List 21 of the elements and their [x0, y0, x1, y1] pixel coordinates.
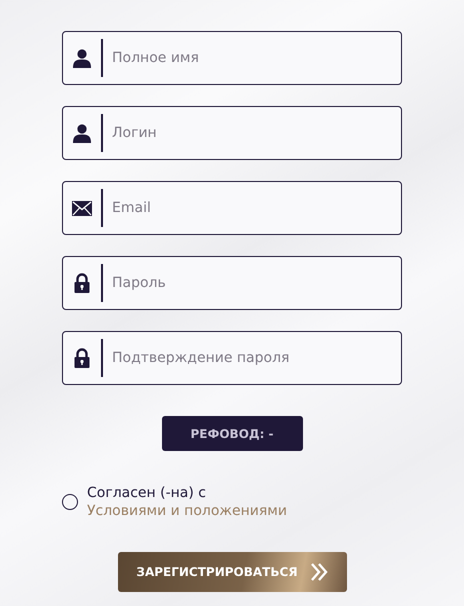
- input-field[interactable]: Пароль: [62, 256, 402, 310]
- text-input[interactable]: Логин: [103, 124, 401, 142]
- text-input[interactable]: Email: [103, 199, 401, 217]
- text-input[interactable]: Подтверждение пароля: [103, 349, 401, 367]
- register-button[interactable]: ЗАРЕГИСТРИРОВАТЬСЯ: [118, 552, 346, 592]
- consent-radio[interactable]: [62, 494, 78, 510]
- terms-link[interactable]: Условиями и положениями: [87, 503, 287, 519]
- text-input[interactable]: Пароль: [103, 274, 401, 292]
- user-icon: [72, 48, 92, 68]
- lock-icon: [74, 273, 90, 293]
- text-input[interactable]: Полное имя: [103, 49, 401, 67]
- input-field[interactable]: Подтверждение пароля: [62, 331, 402, 385]
- input-field[interactable]: Полное имя: [62, 31, 402, 85]
- input-field[interactable]: Email: [62, 181, 402, 235]
- user-icon: [72, 123, 92, 143]
- input-field[interactable]: Логин: [62, 106, 402, 160]
- double-chevron-icon: [310, 562, 328, 582]
- referrer-button[interactable]: РЕФОВОД: -: [162, 416, 302, 451]
- envelope-icon: [72, 200, 92, 216]
- consent-text: Согласен (-на) с Условиями и положениями: [87, 484, 288, 520]
- lock-icon: [74, 348, 90, 368]
